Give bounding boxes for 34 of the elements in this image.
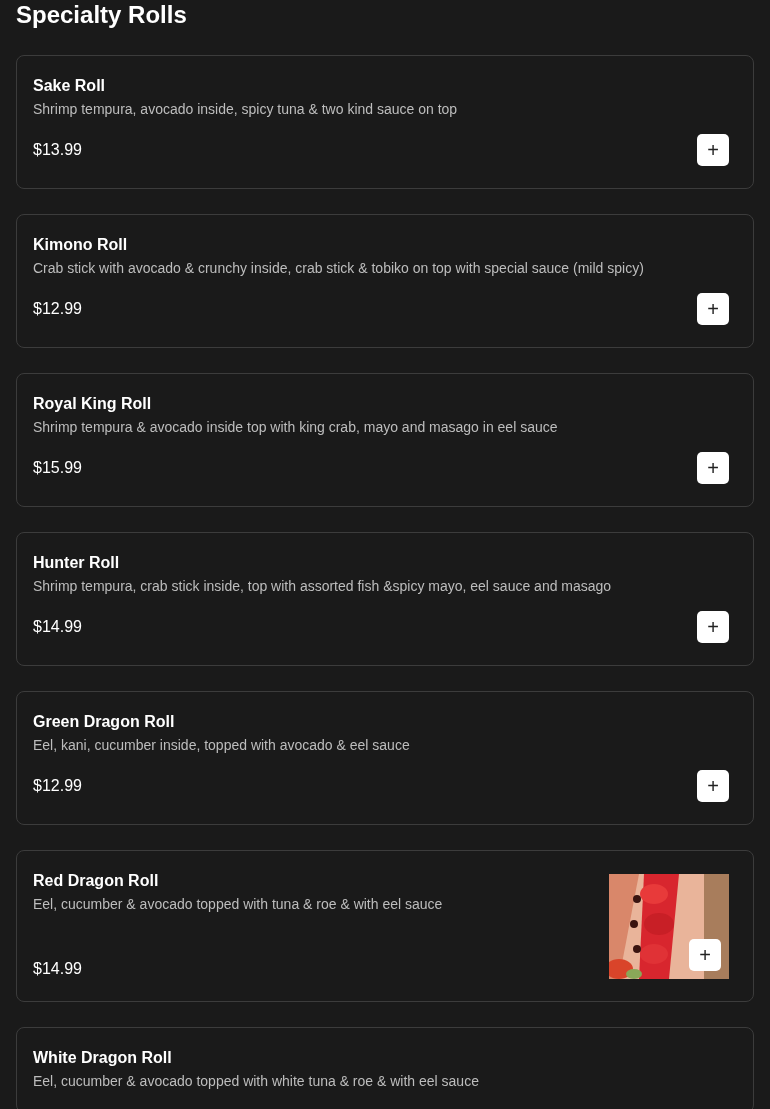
add-button[interactable]: +: [697, 770, 729, 802]
item-name: White Dragon Roll: [33, 1048, 173, 1068]
item-price: $14.99: [33, 617, 82, 637]
add-button[interactable]: +: [697, 134, 729, 166]
item-description: Shrimp tempura, crab stick inside, top with assorted fish &spicy mayo, eel sauce and masago: [33, 578, 613, 595]
item-name: Kimono Roll: [33, 235, 129, 255]
item-name: Royal King Roll: [33, 394, 153, 414]
item-price: $12.99: [33, 776, 82, 796]
menu-item-card[interactable]: Sake Roll Shrimp tempura, avocado inside, spicy tuna & two kind sauce on top $13.99 +: [16, 55, 754, 189]
item-name: Sake Roll: [33, 76, 107, 96]
add-button[interactable]: +: [697, 293, 729, 325]
menu-item-card[interactable]: Red Dragon Roll Eel, cucumber & avocado topped with tuna & roe & with eel sauce $14.99 +: [16, 850, 754, 1002]
menu-item-card[interactable]: Royal King Roll Shrimp tempura & avocado inside top with king crab, mayo and masago in eel sauce $15.99 +: [16, 373, 754, 507]
item-price: $12.99: [33, 299, 82, 319]
item-price: $15.99: [33, 458, 82, 478]
item-price: $13.99: [33, 140, 82, 160]
item-name: Hunter Roll: [33, 553, 121, 573]
menu-item-card[interactable]: Green Dragon Roll Eel, kani, cucumber inside, topped with avocado & eel sauce $12.99 +: [16, 691, 754, 825]
item-price: $14.99: [33, 959, 82, 979]
menu-item-card[interactable]: Hunter Roll Shrimp tempura, crab stick inside, top with assorted fish &spicy mayo, eel sauce and masago $14.99 +: [16, 532, 754, 666]
item-name: Red Dragon Roll: [33, 871, 160, 891]
item-description: Eel, cucumber & avocado topped with tuna & roe & with eel sauce: [33, 896, 444, 913]
add-button[interactable]: +: [697, 611, 729, 643]
add-button[interactable]: +: [697, 452, 729, 484]
item-description: Shrimp tempura & avocado inside top with king crab, mayo and masago in eel sauce: [33, 419, 559, 436]
item-description: Eel, cucumber & avocado topped with white tuna & roe & with eel sauce: [33, 1073, 480, 1090]
menu-item-card[interactable]: White Dragon Roll Eel, cucumber & avocado topped with white tuna & roe & with eel sauce: [16, 1027, 754, 1109]
section-title: Specialty Rolls: [16, 0, 188, 30]
item-description: Eel, kani, cucumber inside, topped with avocado & eel sauce: [33, 737, 411, 754]
item-description: Crab stick with avocado & crunchy inside, crab stick & tobiko on top with special sauce (mild spicy): [33, 260, 645, 277]
menu-item-card[interactable]: Kimono Roll Crab stick with avocado & crunchy inside, crab stick & tobiko on top with special sauce (mild spicy) $12.99 +: [16, 214, 754, 348]
item-description: Shrimp tempura, avocado inside, spicy tuna & two kind sauce on top: [33, 101, 459, 118]
add-button[interactable]: +: [689, 939, 721, 971]
item-name: Green Dragon Roll: [33, 712, 176, 732]
